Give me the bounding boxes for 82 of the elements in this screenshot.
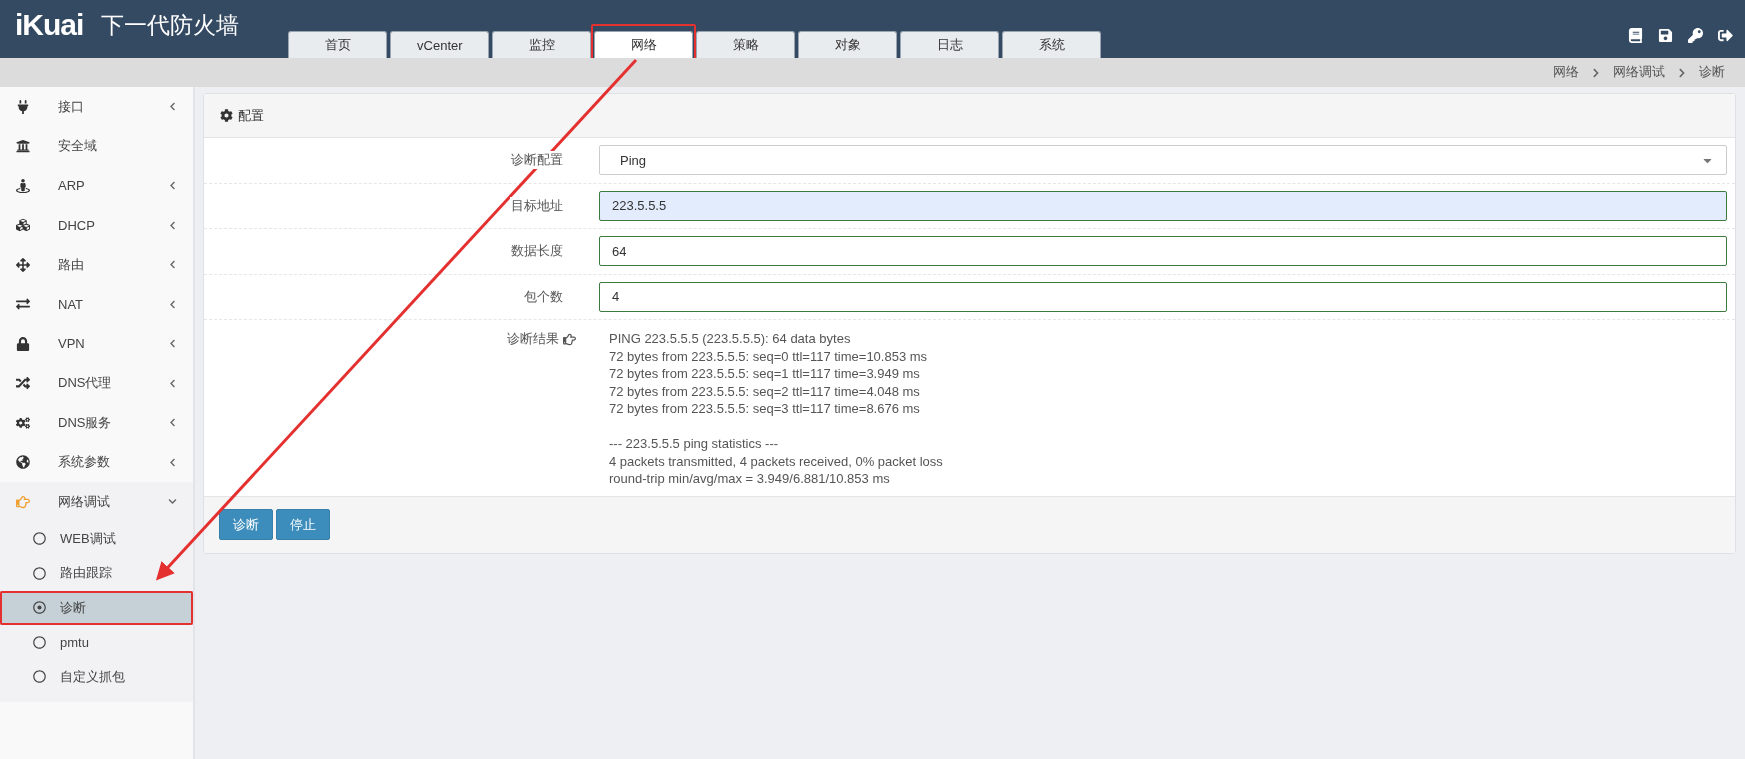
- exchange-arrows-icon: [16, 297, 30, 312]
- chevron-left-icon: [168, 220, 177, 230]
- output-line: 72 bytes from 223.5.5.5: seq=2 ttl=117 time=4.048 ms: [609, 382, 921, 400]
- sidebar-item[interactable]: DHCP: [0, 205, 193, 245]
- sidebar-item[interactable]: 系统参数: [0, 442, 193, 482]
- stop-button[interactable]: 停止: [276, 509, 330, 540]
- radio-icon: [33, 670, 46, 684]
- chevron-left-icon: [168, 457, 177, 467]
- card-title: 配置: [238, 106, 264, 125]
- cubes-icon: [16, 218, 30, 233]
- sidebar-subitem[interactable]: WEB调试: [0, 521, 193, 556]
- lock-icon: [16, 336, 30, 351]
- sidebar-item[interactable]: DNS服务: [0, 403, 193, 443]
- chevron-left-icon: [168, 418, 177, 428]
- sidebar-item[interactable]: VPN: [0, 324, 193, 364]
- sidebar-item[interactable]: DNS代理: [0, 363, 193, 403]
- input-field[interactable]: 64: [599, 236, 1727, 267]
- globe-icon: [16, 455, 30, 470]
- output-line: PING 223.5.5.5 (223.5.5.5): 64 data bytes: [609, 330, 852, 348]
- book-icon[interactable]: [1628, 27, 1643, 43]
- radio-selected-icon: [33, 601, 46, 615]
- nav-tab[interactable]: 首页: [288, 31, 388, 58]
- nav-tab[interactable]: 监控: [492, 31, 592, 58]
- save-icon[interactable]: [1658, 27, 1673, 43]
- sidebar-item[interactable]: NAT: [0, 284, 193, 324]
- chevron-down-icon: [168, 497, 177, 507]
- chevron-right-icon: [1677, 67, 1687, 78]
- diagnose-button[interactable]: 诊断: [219, 509, 273, 540]
- radio-icon: [33, 566, 46, 580]
- shuffle-icon: [16, 376, 30, 391]
- plug-icon: [16, 99, 30, 114]
- sidebar-item[interactable]: 路由: [0, 245, 193, 285]
- chevron-left-icon: [168, 378, 177, 388]
- nav-tab[interactable]: 系统: [1002, 31, 1102, 58]
- app-title: 下一代防火墙: [101, 10, 240, 40]
- chevron-right-icon: [1591, 67, 1601, 78]
- logout-icon[interactable]: [1718, 27, 1733, 43]
- breadcrumb-item[interactable]: 网络: [1553, 64, 1579, 81]
- person-icon: [16, 178, 30, 193]
- sidebar-item[interactable]: 网络调试: [0, 482, 193, 522]
- field-label: 目标地址: [510, 196, 564, 215]
- sidebar-subitem[interactable]: 自定义抓包: [0, 659, 193, 694]
- move-arrows-icon: [16, 257, 30, 272]
- output-line: --- 223.5.5.5 ping statistics ---: [609, 435, 780, 453]
- pointing-hand-icon: [563, 332, 576, 346]
- output-line: 4 packets transmitted, 4 packets received, 0% packet loss: [609, 452, 943, 470]
- select-field[interactable]: Ping: [599, 145, 1727, 176]
- chevron-left-icon: [168, 339, 177, 349]
- key-icon[interactable]: [1688, 27, 1703, 43]
- sidebar-item[interactable]: 安全域: [0, 126, 193, 166]
- sidebar-item[interactable]: ARP: [0, 166, 193, 206]
- output-line: 72 bytes from 223.5.5.5: seq=1 ttl=117 time=3.949 ms: [609, 365, 921, 383]
- nav-tab[interactable]: 日志: [900, 31, 1000, 58]
- sidebar-item[interactable]: 接口: [0, 87, 193, 127]
- field-label: 诊断配置: [510, 151, 564, 170]
- input-field[interactable]: 223.5.5.5: [599, 190, 1727, 221]
- breadcrumb-item[interactable]: 网络调试: [1613, 64, 1665, 81]
- radio-icon: [33, 532, 46, 546]
- nav-tab[interactable]: 网络: [594, 31, 694, 58]
- radio-icon: [33, 635, 46, 649]
- field-label: 诊断结果: [507, 330, 559, 348]
- output-line: 72 bytes from 223.5.5.5: seq=0 ttl=117 time=10.853 ms: [609, 347, 929, 365]
- nav-tab[interactable]: vCenter: [390, 31, 490, 58]
- nav-tab[interactable]: 策略: [696, 31, 796, 58]
- chevron-left-icon: [168, 260, 177, 270]
- field-label: 包个数: [523, 287, 564, 306]
- sidebar-subitem[interactable]: 路由跟踪: [0, 556, 193, 591]
- nav-tab[interactable]: 对象: [798, 31, 898, 58]
- logo: iKuai: [15, 8, 84, 42]
- output-line: 72 bytes from 223.5.5.5: seq=3 ttl=117 time=8.676 ms: [609, 400, 921, 418]
- sidebar-subitem[interactable]: 诊断: [0, 590, 193, 625]
- sidebar-subitem[interactable]: pmtu: [0, 625, 193, 660]
- pointing-hand-icon: [16, 494, 30, 509]
- breadcrumb-item: 诊断: [1699, 64, 1725, 81]
- output-line: round-trip min/avg/max = 3.949/6.881/10.853 ms: [609, 470, 891, 488]
- chevron-left-icon: [168, 299, 177, 309]
- gear-icon: [220, 109, 233, 122]
- input-field[interactable]: 4: [599, 281, 1727, 312]
- chevron-left-icon: [168, 102, 177, 112]
- chevron-left-icon: [168, 181, 177, 191]
- gears-icon: [16, 415, 30, 430]
- bank-icon: [16, 139, 30, 154]
